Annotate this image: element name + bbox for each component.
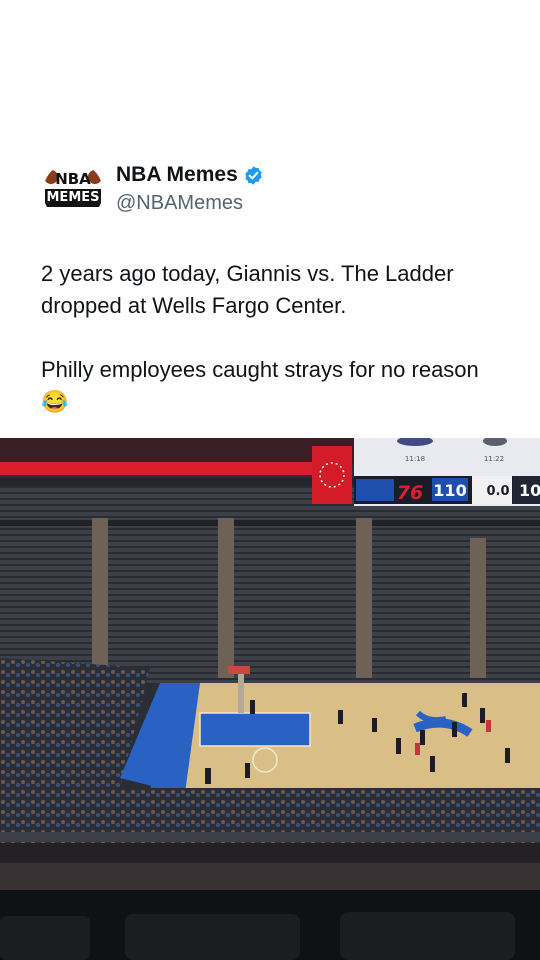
tweet-card: NBA MEMES NBA Memes @NBAMemes 2 years ag… bbox=[0, 0, 540, 438]
clock-right: 11:22 bbox=[484, 455, 504, 463]
display-name: NBA Memes bbox=[116, 163, 238, 186]
tweet-text: 2 years ago today, Giannis vs. The Ladde… bbox=[41, 258, 511, 418]
period-clock: 0.0 bbox=[486, 484, 509, 499]
paint-area bbox=[200, 713, 310, 746]
scoreboard: 11:18 11:22 76 110 0.0 102 bbox=[354, 438, 540, 506]
verified-badge-icon bbox=[245, 165, 262, 185]
avatar[interactable]: NBA MEMES bbox=[43, 162, 103, 222]
home-logo: 76 bbox=[397, 482, 423, 504]
avatar-logo-bottom: MEMES bbox=[45, 189, 101, 207]
handle[interactable]: @NBAMemes bbox=[116, 192, 243, 215]
tweet-paragraph: Philly employees caught strays for no re… bbox=[41, 357, 479, 414]
clock-left: 11:18 bbox=[405, 455, 425, 463]
ribbon-board bbox=[0, 462, 312, 475]
author-name-row[interactable]: NBA Memes bbox=[116, 163, 264, 187]
video-media[interactable]: 11:18 11:22 76 110 0.0 102 bbox=[0, 438, 540, 960]
sixers-banner bbox=[312, 446, 352, 504]
tweet-paragraph: 2 years ago today, Giannis vs. The Ladde… bbox=[41, 261, 454, 318]
arena-scene: 11:18 11:22 76 110 0.0 102 bbox=[0, 438, 540, 960]
avatar-logo-top: NBA bbox=[55, 170, 91, 188]
home-score: 110 bbox=[433, 481, 466, 500]
away-score: 102 bbox=[519, 481, 540, 500]
